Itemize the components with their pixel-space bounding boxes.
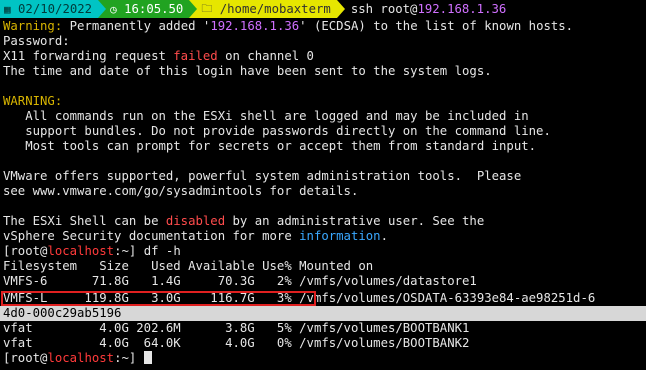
warning-text: Permanently added ': [62, 19, 211, 33]
information-word: information: [299, 229, 381, 243]
x11-text: X11 forwarding request: [3, 49, 174, 63]
df-header: Filesystem Size Used Available Use% Moun…: [3, 259, 374, 273]
disable-line: The ESXi Shell can be disabled by an adm…: [3, 214, 484, 229]
df-row: vfat 4.0G 202.6M 3.8G 5% /vmfs/volumes/B…: [3, 321, 470, 335]
prompt-host: localhost: [47, 244, 115, 258]
segment-separator: [336, 0, 345, 18]
disabled-word: disabled: [165, 214, 226, 228]
x11-line: X11 forwarding request failed on channel…: [3, 49, 314, 64]
warning-line: All commands run on the ESXi shell are l…: [3, 109, 529, 123]
df-row-vmfsl: VMFS-L 119.8G 3.0G 116.7G 3% /vmfs/volum…: [3, 291, 596, 305]
prompt-bar: ▦ 02/10/2022 ◷ 16:05.50 🗀 /home/mobaxter…: [0, 0, 506, 18]
ssh-command-text: ssh root@: [350, 2, 418, 16]
df-row: vfat 4.0G 64.0K 4.0G 0% /vmfs/volumes/BO…: [3, 336, 470, 350]
calendar-icon: ▦: [4, 2, 11, 16]
segment-separator: [98, 0, 107, 18]
known-hosts-warning: Warning: Permanently added '192.168.1.36…: [3, 19, 573, 34]
prompt-date: 02/10/2022: [18, 2, 93, 16]
vmware-line: see www.vmware.com/go/sysadmintools for …: [3, 184, 359, 198]
login-notice: The time and date of this login have bee…: [3, 64, 492, 78]
x11-text-end: on channel 0: [217, 49, 314, 63]
shell-prompt-current[interactable]: [root@localhost:~]: [3, 351, 152, 366]
prompt-close: :~]: [114, 244, 144, 258]
password-line: Password:: [3, 34, 70, 48]
segment-separator: [189, 0, 198, 18]
df-row: VMFS-6 71.8G 1.4G 70.3G 2% /vmfs/volumes…: [3, 274, 477, 288]
terminal-window[interactable]: ▦ 02/10/2022 ◷ 16:05.50 🗀 /home/mobaxter…: [0, 0, 646, 370]
doc-text: vSphere Security documentation for more: [3, 229, 300, 243]
prompt-time: 16:05.50: [124, 2, 184, 16]
x11-failed: failed: [173, 49, 218, 63]
warning-text-end: ' (ECDSA) to the list of known hosts.: [299, 19, 574, 33]
prompt-date-segment: ▦ 02/10/2022: [0, 0, 99, 18]
prompt-command: df -h: [143, 244, 181, 258]
prompt-user: root: [10, 351, 41, 365]
prompt-path-segment: 🗀 /home/mobaxterm: [197, 0, 337, 18]
prompt-path: /home/mobaxterm: [219, 2, 331, 16]
folder-icon: 🗀: [201, 1, 213, 15]
warning-header: WARNING:: [3, 94, 63, 108]
ssh-command-host: 192.168.1.36: [417, 2, 507, 16]
text-cursor: [143, 351, 152, 364]
warning-label: Warning:: [3, 19, 63, 33]
warning-line: support bundles. Do not provide password…: [3, 124, 551, 138]
doc-line: vSphere Security documentation for more …: [3, 229, 388, 244]
prompt-host: localhost: [47, 351, 115, 365]
disable-text: The ESXi Shell can be: [3, 214, 166, 228]
prompt-close: :~]: [114, 351, 144, 365]
warning-host: 192.168.1.36: [210, 19, 300, 33]
prompt-time-segment: ◷ 16:05.50: [106, 0, 190, 18]
disable-text-end: by an administrative user. See the: [225, 214, 485, 228]
ssh-command: ssh root@ 192.168.1.36: [345, 0, 506, 18]
vmware-line: VMware offers supported, powerful system…: [3, 169, 522, 183]
df-row-wrapped-selected: 4d0-000c29ab5196: [0, 306, 646, 321]
clock-icon: ◷: [110, 2, 117, 16]
doc-text-end: .: [380, 229, 388, 243]
warning-line: Most tools can prompt for secrets or acc…: [3, 139, 537, 153]
prompt-user: root: [10, 244, 41, 258]
shell-prompt-df: [root@localhost:~] df -h: [3, 244, 181, 259]
